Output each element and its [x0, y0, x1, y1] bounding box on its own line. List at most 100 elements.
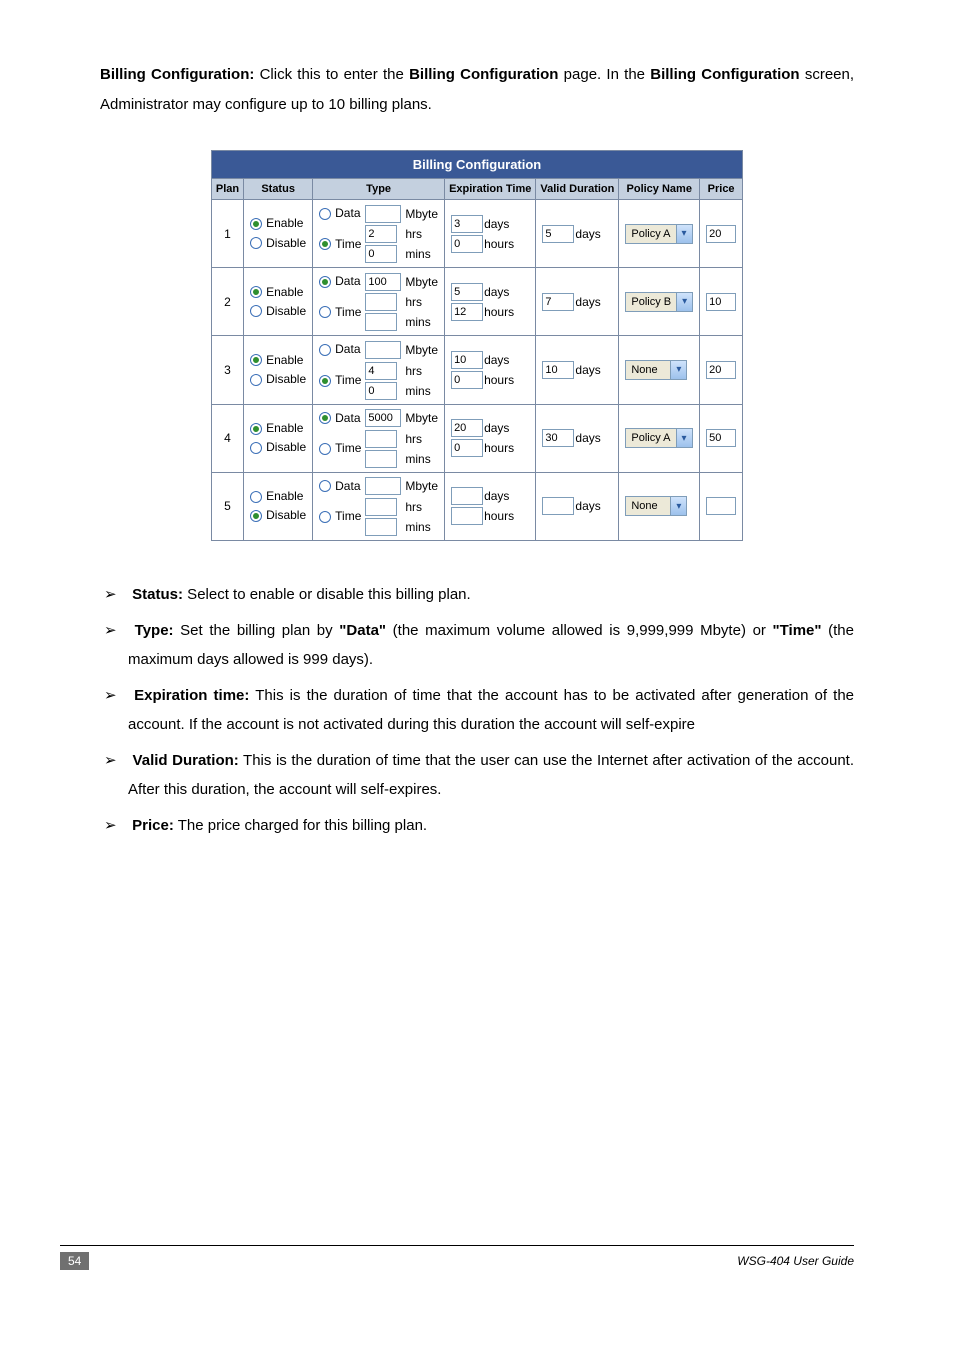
mbyte-input[interactable]	[365, 205, 401, 223]
type-data-radio[interactable]: Data	[319, 340, 361, 359]
exp-days-input[interactable]	[451, 283, 483, 301]
policy-dropdown[interactable]: Policy A▾	[625, 224, 692, 244]
mins-input[interactable]	[365, 245, 397, 263]
mbyte-input[interactable]	[365, 273, 401, 291]
price-input[interactable]	[706, 293, 736, 311]
hrs-input[interactable]	[365, 430, 397, 448]
hrs-input[interactable]	[365, 225, 397, 243]
type-time-radio[interactable]: Time	[319, 507, 361, 526]
price-cell	[700, 472, 743, 540]
radio-icon	[319, 443, 331, 455]
hrs-label: hrs	[405, 500, 438, 514]
radio-icon	[319, 511, 331, 523]
status-disable-label: Disable	[266, 234, 306, 253]
status-disable-radio[interactable]: Disable	[250, 302, 306, 321]
status-enable-radio[interactable]: Enable	[250, 419, 306, 438]
status-enable-radio[interactable]: Enable	[250, 283, 306, 302]
mbyte-input[interactable]	[365, 477, 401, 495]
mbyte-label: Mbyte	[405, 343, 438, 357]
status-disable-radio[interactable]: Disable	[250, 506, 306, 525]
type-data-radio[interactable]: Data	[319, 409, 361, 428]
hrs-input[interactable]	[365, 498, 397, 516]
price-input[interactable]	[706, 361, 736, 379]
mins-input[interactable]	[365, 313, 397, 331]
type-data-radio[interactable]: Data	[319, 272, 361, 291]
type-data-radio[interactable]: Data	[319, 204, 361, 223]
guide-name: WSG-404 User Guide	[737, 1254, 854, 1268]
status-enable-radio[interactable]: Enable	[250, 214, 306, 233]
policy-dropdown[interactable]: Policy A▾	[625, 428, 692, 448]
bullet-status-text: Select to enable or disable this billing…	[183, 586, 471, 603]
hdr-policy: Policy Name	[619, 179, 700, 200]
mbyte-label: Mbyte	[405, 411, 438, 425]
radio-icon	[319, 344, 331, 356]
type-time-label: Time	[335, 439, 361, 458]
valid-days-input[interactable]	[542, 361, 574, 379]
status-disable-radio[interactable]: Disable	[250, 370, 306, 389]
table-row: 1EnableDisableDataTimeMbytehrsminsdaysho…	[211, 200, 742, 268]
mbyte-input[interactable]	[365, 409, 401, 427]
policy-dropdown-value: Policy B	[626, 296, 676, 308]
hdr-type: Type	[313, 179, 445, 200]
chevron-down-icon: ▾	[670, 361, 686, 379]
valid-days-input[interactable]	[542, 293, 574, 311]
chevron-down-icon: ▾	[676, 429, 692, 447]
type-time-radio[interactable]: Time	[319, 303, 361, 322]
radio-icon	[319, 306, 331, 318]
bullets-list: Status: Select to enable or disable this…	[100, 581, 854, 841]
mbyte-label: Mbyte	[405, 275, 438, 289]
exp-hours-input[interactable]	[451, 371, 483, 389]
bullet-type: Type: Set the billing plan by "Data" (th…	[128, 617, 854, 674]
type-time-radio[interactable]: Time	[319, 235, 361, 254]
exp-hours-input[interactable]	[451, 507, 483, 525]
status-disable-radio[interactable]: Disable	[250, 438, 306, 457]
bullet-type-label: Type:	[135, 622, 174, 639]
exp-days-input[interactable]	[451, 215, 483, 233]
bullet-exp-label: Expiration time:	[134, 687, 249, 704]
exp-days-input[interactable]	[451, 351, 483, 369]
status-disable-radio[interactable]: Disable	[250, 234, 306, 253]
exp-days-input[interactable]	[451, 487, 483, 505]
policy-dropdown[interactable]: None▾	[625, 360, 687, 380]
expiration-cell: dayshours	[445, 472, 536, 540]
valid-days-input[interactable]	[542, 225, 574, 243]
policy-cell: Policy A▾	[619, 404, 700, 472]
policy-dropdown[interactable]: Policy B▾	[625, 292, 693, 312]
exp-hours-input[interactable]	[451, 235, 483, 253]
radio-icon	[319, 412, 331, 424]
status-cell: EnableDisable	[244, 268, 313, 336]
type-time-radio[interactable]: Time	[319, 439, 361, 458]
status-enable-radio[interactable]: Enable	[250, 351, 306, 370]
exp-hours-label: hours	[484, 237, 529, 251]
exp-days-input[interactable]	[451, 419, 483, 437]
hdr-status: Status	[244, 179, 313, 200]
hdr-plan: Plan	[211, 179, 243, 200]
status-enable-radio[interactable]: Enable	[250, 487, 306, 506]
hrs-input[interactable]	[365, 293, 397, 311]
bullet-status: Status: Select to enable or disable this…	[128, 581, 854, 610]
bullet-valid-label: Valid Duration:	[133, 752, 239, 769]
radio-icon	[319, 375, 331, 387]
radio-icon	[319, 208, 331, 220]
hrs-label: hrs	[405, 364, 438, 378]
status-cell: EnableDisable	[244, 404, 313, 472]
valid-days-input[interactable]	[542, 429, 574, 447]
intro-paragraph: Billing Configuration: Click this to ent…	[100, 60, 854, 120]
hrs-input[interactable]	[365, 362, 397, 380]
status-enable-label: Enable	[266, 487, 303, 506]
billing-config-table: Billing Configuration Plan Status Type E…	[211, 150, 743, 541]
type-data-radio[interactable]: Data	[319, 477, 361, 496]
mbyte-input[interactable]	[365, 341, 401, 359]
price-input[interactable]	[706, 225, 736, 243]
type-time-radio[interactable]: Time	[319, 371, 361, 390]
exp-hours-input[interactable]	[451, 439, 483, 457]
mins-input[interactable]	[365, 450, 397, 468]
exp-hours-input[interactable]	[451, 303, 483, 321]
mins-input[interactable]	[365, 518, 397, 536]
mins-input[interactable]	[365, 382, 397, 400]
radio-icon	[250, 374, 262, 386]
valid-days-input[interactable]	[542, 497, 574, 515]
policy-dropdown[interactable]: None▾	[625, 496, 687, 516]
price-input[interactable]	[706, 429, 736, 447]
price-input[interactable]	[706, 497, 736, 515]
